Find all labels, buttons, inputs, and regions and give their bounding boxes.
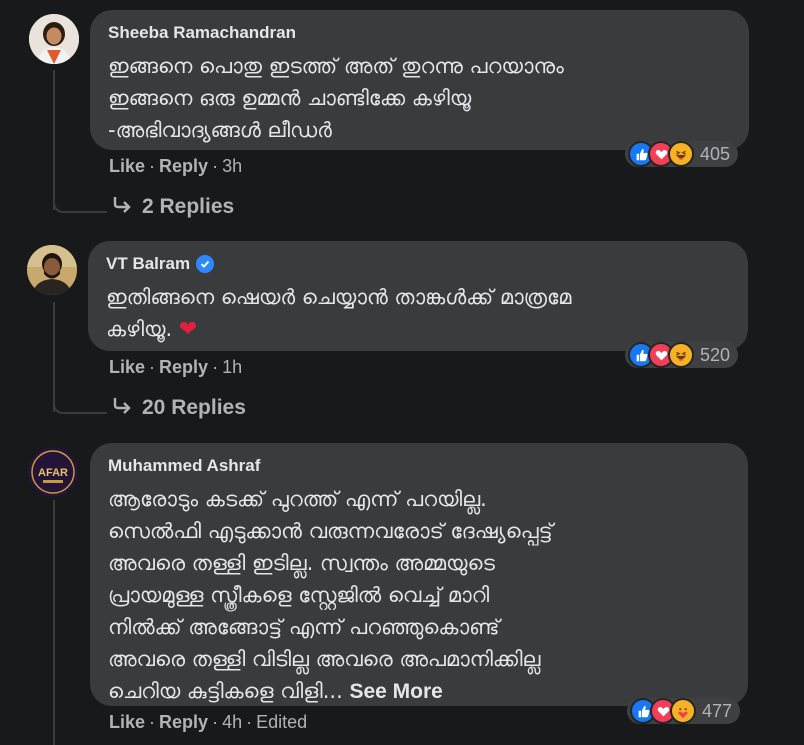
comment-text: ആരോടും കടക്ക് പുറത്ത് എന്ന് പറയില്ല. സെൽ… [108, 483, 730, 708]
thread-connector [53, 390, 107, 414]
timestamp[interactable]: 3h [222, 156, 242, 177]
reaction-summary[interactable]: 477 [627, 698, 741, 724]
separator: · [212, 712, 219, 732]
comment-bubble: Sheeba Ramachandran ഇങ്ങനെ പൊതു ഇടത്ത് അ… [90, 10, 749, 150]
comment-author[interactable]: VT Balram [106, 253, 730, 275]
timestamp[interactable]: 4h [222, 712, 242, 733]
author-name[interactable]: VT Balram [106, 253, 190, 275]
separator: · [212, 357, 219, 377]
separator: · [149, 156, 156, 176]
replies-count[interactable]: 2 Replies [142, 195, 234, 219]
separator: · [149, 712, 156, 732]
comment-text: ഇങ്ങനെ പൊതു ഇടത്ത് അത് തുറന്നു പറയാനും ഇ… [108, 54, 564, 142]
thread-line [53, 70, 55, 210]
reply-arrow-icon [112, 396, 132, 420]
verified-badge-icon [196, 255, 215, 273]
separator: · [149, 357, 156, 377]
separator: · [246, 712, 253, 732]
view-replies-link[interactable]: 2 Replies [112, 195, 234, 219]
reply-button[interactable]: Reply [159, 156, 208, 177]
author-name[interactable]: Muhammed Ashraf [108, 455, 260, 477]
avatar[interactable]: AFAR [28, 447, 78, 497]
comment-text-body: ഇതിങ്ങനെ ഷെയർ ചെയ്യാൻ താങ്കൾക്ക് മാത്രമേ… [106, 285, 572, 341]
author-name[interactable]: Sheeba Ramachandran [108, 22, 296, 44]
replies-count[interactable]: 20 Replies [142, 396, 246, 420]
thread-connector [53, 190, 107, 213]
heart-emoji: ❤ [178, 317, 198, 342]
comment-bubble: Muhammed Ashraf ആരോടും കടക്ക് പുറത്ത് എന… [90, 443, 748, 706]
comment-author[interactable]: Sheeba Ramachandran [108, 22, 731, 44]
reaction-count: 477 [702, 700, 733, 721]
like-button[interactable]: Like [109, 712, 145, 733]
avatar-logo-text: AFAR [38, 467, 68, 479]
reply-button[interactable]: Reply [159, 712, 208, 733]
haha-icon [668, 342, 694, 368]
haha-icon [668, 141, 694, 167]
comment-actions: Like · Reply · 1h [109, 357, 242, 378]
thread-line [53, 500, 55, 745]
comment-bubble: VT Balram ഇതിങ്ങനെ ഷെയർ ചെയ്യാൻ താങ്കൾക്… [88, 241, 748, 351]
timestamp[interactable]: 1h [222, 357, 242, 378]
avatar[interactable] [29, 14, 79, 64]
reply-button[interactable]: Reply [159, 357, 208, 378]
reaction-count: 520 [700, 344, 731, 365]
reaction-summary[interactable]: 405 [625, 141, 739, 167]
comment-actions: Like · Reply · 4h · Edited [109, 712, 307, 733]
view-replies-link[interactable]: 20 Replies [112, 396, 246, 420]
like-button[interactable]: Like [109, 357, 145, 378]
care-icon [670, 698, 696, 724]
reply-arrow-icon [112, 195, 132, 219]
see-more-link[interactable]: See More [349, 680, 442, 703]
comment-text-body: ആരോടും കടക്ക് പുറത്ത് എന്ന് പറയില്ല. സെൽ… [108, 487, 553, 703]
edited-label[interactable]: Edited [256, 712, 307, 733]
avatar[interactable] [27, 245, 77, 295]
reaction-summary[interactable]: 520 [625, 342, 739, 368]
like-button[interactable]: Like [109, 156, 145, 177]
reaction-count: 405 [700, 143, 731, 164]
comment-author[interactable]: Muhammed Ashraf [108, 455, 730, 477]
comment-actions: Like · Reply · 3h [109, 156, 242, 177]
separator: · [212, 156, 219, 176]
comment-text: ഇതിങ്ങനെ ഷെയർ ചെയ്യാൻ താങ്കൾക്ക് മാത്രമേ… [106, 281, 730, 346]
